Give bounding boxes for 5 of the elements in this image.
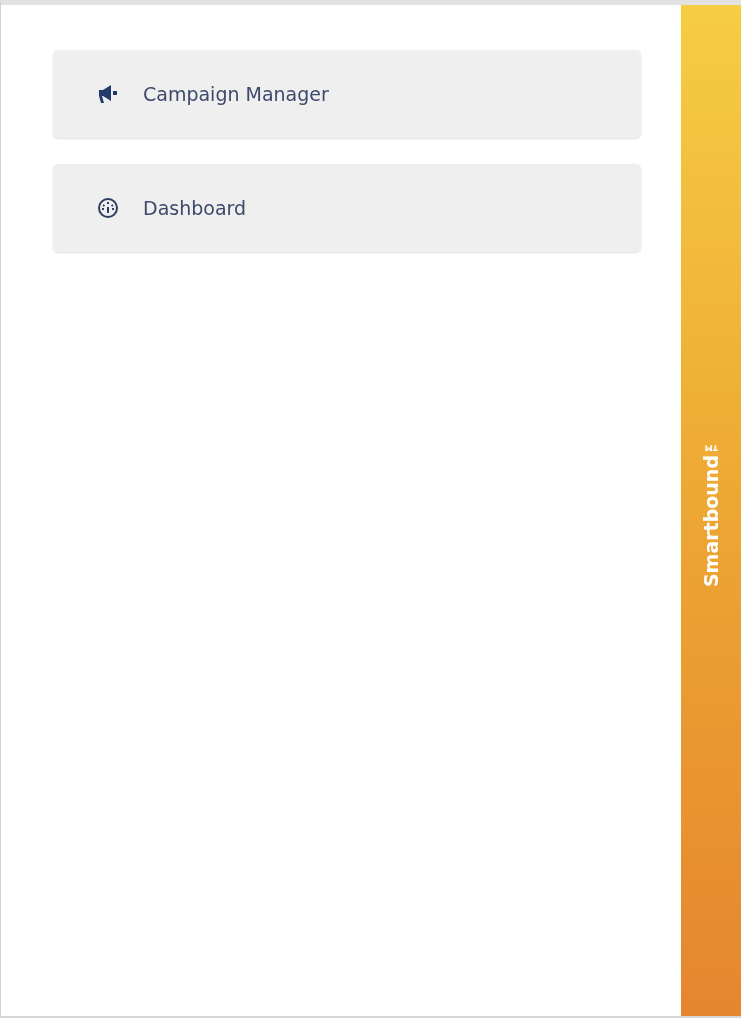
gauge-icon [97, 197, 119, 219]
menu-item[interactable]: Campaign Manager [53, 50, 641, 138]
megaphone-icon [97, 84, 119, 104]
menu-item[interactable]: Dashboard [53, 164, 641, 252]
brand-label: Smartbound™ [700, 433, 722, 588]
